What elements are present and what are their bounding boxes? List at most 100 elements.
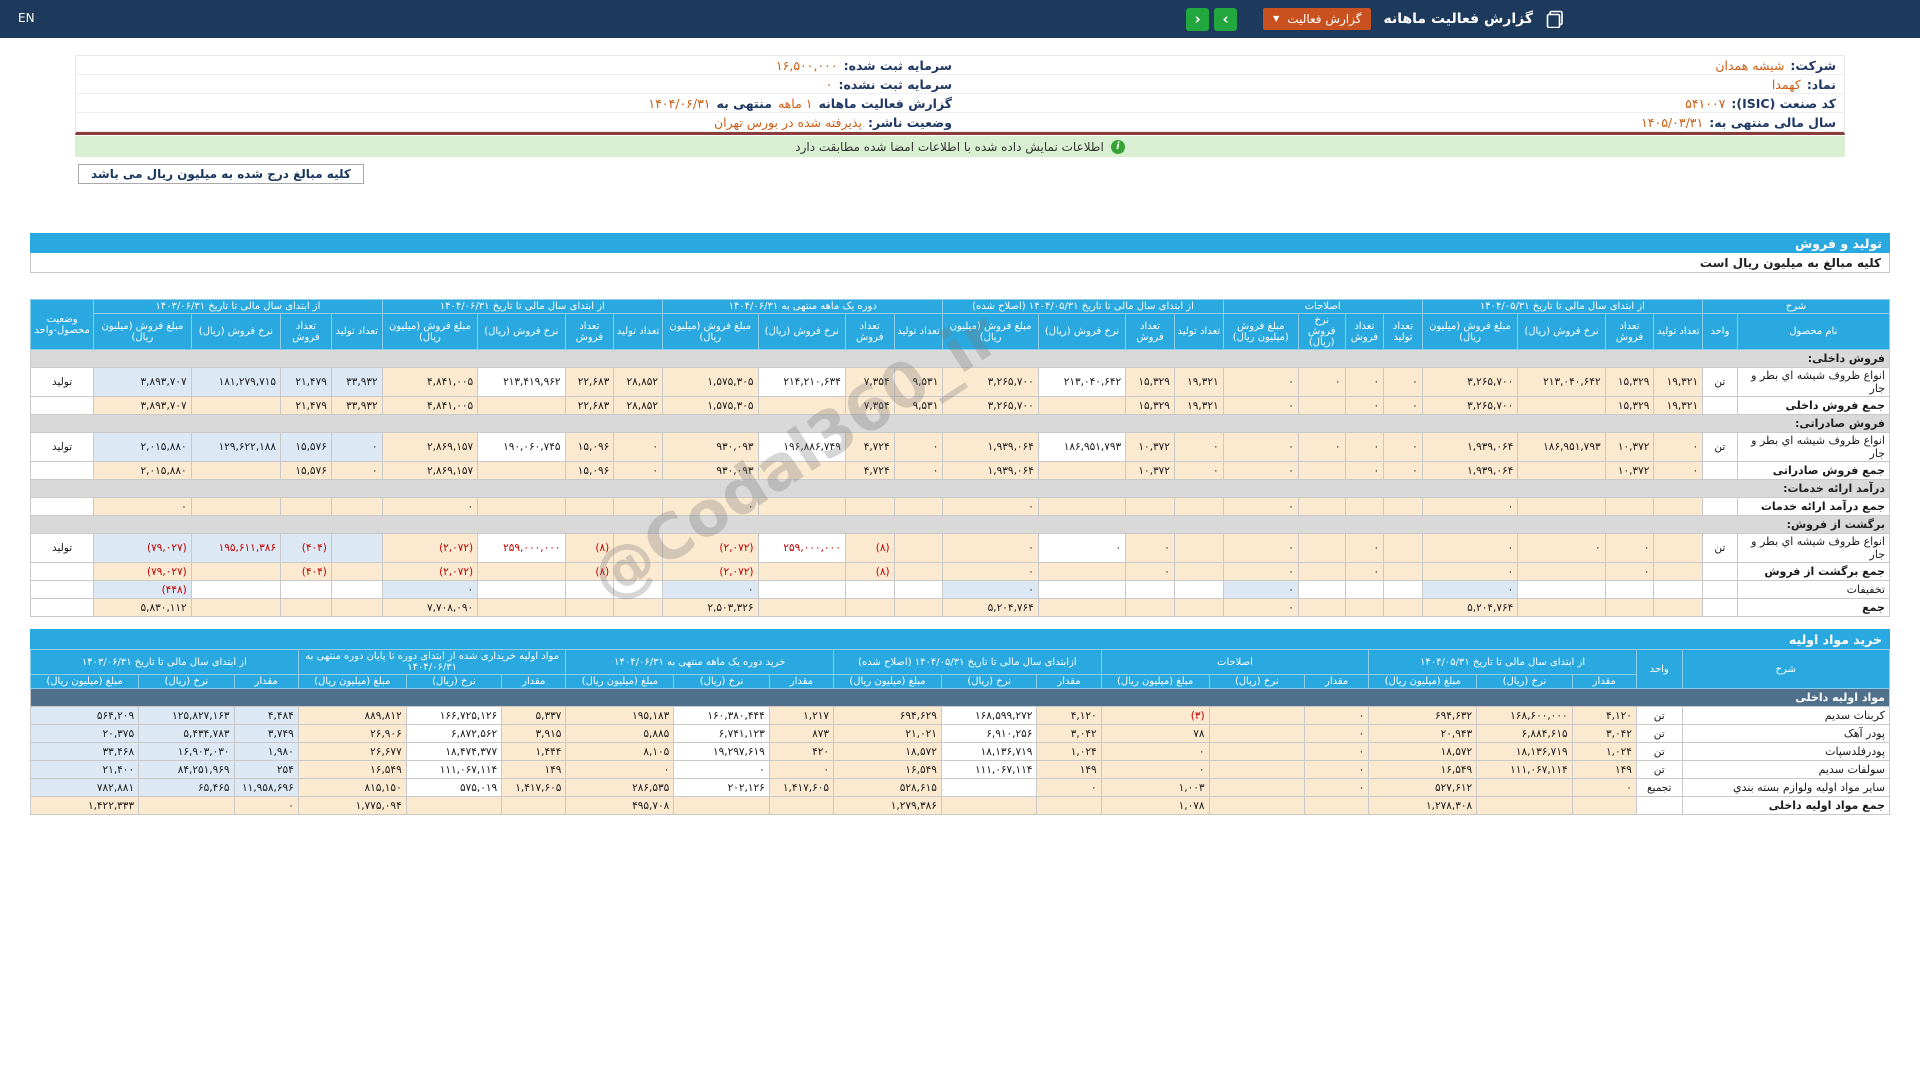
cell: ۱۱۱,۰۶۷,۱۱۴ xyxy=(406,761,501,779)
header-cell: واحد xyxy=(1703,314,1738,350)
header-cell: مبلغ (میلیون ریال) xyxy=(298,675,406,689)
cell xyxy=(331,581,382,599)
cell: ۱۹,۳۲۱ xyxy=(1654,368,1703,397)
cell: ۱,۰۲۴ xyxy=(1037,743,1101,761)
header-cell: تعداد فروش xyxy=(845,314,894,350)
cell xyxy=(1298,462,1345,480)
svg xyxy=(1546,10,1564,28)
section-row: مواد اولیه داخلی xyxy=(31,689,1890,707)
unit-cell xyxy=(1636,797,1682,815)
cell: ۴,۸۴۱,۰۰۵ xyxy=(382,368,478,397)
cell xyxy=(1384,581,1423,599)
cell: ۰ xyxy=(1298,368,1345,397)
info-row: نماد: کهمدا xyxy=(960,75,1844,94)
nav-back-button[interactable]: ‹ xyxy=(1186,8,1209,31)
cell: ۰ xyxy=(94,498,192,516)
cell xyxy=(758,397,845,415)
cell: (۷۹,۰۲۷) xyxy=(94,563,192,581)
cell xyxy=(758,498,845,516)
cell xyxy=(281,498,332,516)
cell: ۲,۸۶۹,۱۵۷ xyxy=(382,433,478,462)
header-group: ازابتدای سال مالی تا تاریخ ۱۴۰۴/۰۵/۳۱ (ا… xyxy=(834,650,1102,675)
cell: فروش صادراتی: xyxy=(31,415,1890,433)
cell: ۲۸,۸۵۲ xyxy=(614,397,663,415)
cell: ۰ xyxy=(1345,368,1384,397)
amounts-unit-note: کلیه مبالغ درج شده به میلیون ریال می باش… xyxy=(78,164,364,184)
cell: ۱۱۱,۰۶۷,۱۱۴ xyxy=(1477,761,1572,779)
cell: ۲۰,۳۷۵ xyxy=(31,725,139,743)
cell: ۰ xyxy=(1654,433,1703,462)
cell: ۰ xyxy=(894,433,943,462)
cell xyxy=(1384,563,1423,581)
status-cell: تولید xyxy=(31,534,94,563)
row-label: انواع ظروف شیشه اي بطر و جار xyxy=(1737,368,1889,397)
header-cell: نام محصول xyxy=(1737,314,1889,350)
cell: ۱۵,۳۲۹ xyxy=(1126,397,1175,415)
cell: ۱۴۹ xyxy=(1572,761,1636,779)
report-type-dropdown[interactable]: گزارش فعالیت ▼ xyxy=(1263,8,1371,30)
info-label: نماد: xyxy=(1807,77,1836,92)
cell: ۱۱,۹۵۸,۶۹۶ xyxy=(234,779,298,797)
cell xyxy=(1038,581,1125,599)
cell: ۱۸,۵۷۲ xyxy=(1369,743,1477,761)
cell: ۳,۹۱۵ xyxy=(502,725,566,743)
cell xyxy=(1518,599,1605,617)
cell: ۸۱۵,۱۵۰ xyxy=(298,779,406,797)
info-label: کد صنعت (ISIC): xyxy=(1731,96,1836,111)
cell: (۲,۰۷۲) xyxy=(382,534,478,563)
header-group: از ابتدای سال مالی تا تاریخ ۱۴۰۴/۰۵/۳۱ xyxy=(1422,300,1702,314)
nav-forward-button[interactable]: › xyxy=(1214,8,1237,31)
cell: ۰ xyxy=(1345,534,1384,563)
row-label: جمع درآمد ارائه خدمات xyxy=(1737,498,1889,516)
header-cell: تعداد فروش xyxy=(281,314,332,350)
cell: (۲,۰۷۲) xyxy=(663,534,759,563)
cell: مواد اولیه داخلی xyxy=(31,689,1890,707)
header-status: وضعیت محصول-واحد xyxy=(31,300,94,350)
info-label: گزارش فعالیت ماهانه xyxy=(818,96,952,111)
cell xyxy=(614,534,663,563)
info-value: ۱۴۰۵/۰۳/۳۱ xyxy=(1641,115,1703,130)
language-toggle[interactable]: EN xyxy=(18,11,35,25)
cell xyxy=(1654,581,1703,599)
cell: ۰ xyxy=(1223,462,1298,480)
cell xyxy=(1384,534,1423,563)
header-group: دوره یک ماهه منتهی به ۱۴۰۴/۰۶/۳۱ xyxy=(663,300,943,314)
info-row: وضعیت ناشر: پذیرفته شده در بورس تهران xyxy=(76,113,960,132)
cell: ۰ xyxy=(943,498,1038,516)
cell: ۵,۸۳۰,۱۱۲ xyxy=(94,599,192,617)
cell: ۱۶۶,۷۲۵,۱۲۶ xyxy=(406,707,501,725)
cell: ۸۷۳ xyxy=(769,725,833,743)
cell xyxy=(1518,498,1605,516)
cell xyxy=(758,599,845,617)
header-cell: تعداد فروش xyxy=(1126,314,1175,350)
row-label: پودرفلدسپات xyxy=(1682,743,1889,761)
header-group: از ابتدای سال مالی تا تاریخ ۱۴۰۴/۰۵/۳۱ xyxy=(1369,650,1637,675)
cell xyxy=(1518,397,1605,415)
cell: ۱۸۶,۹۵۱,۷۹۳ xyxy=(1038,433,1125,462)
cell: ۱,۴۱۷,۶۰۵ xyxy=(769,779,833,797)
cell xyxy=(1298,397,1345,415)
data-row: جمع فروش صادراتی۰۱۰,۳۷۲۱,۹۳۹,۰۶۴۰۰۰۰۱۰,۳… xyxy=(31,462,1890,480)
cell: ۵,۳۳۷ xyxy=(502,707,566,725)
header-group: از ابتدای سال مالی تا تاریخ ۱۴۰۳/۰۶/۳۱ xyxy=(94,300,382,314)
cell: ۹,۵۳۱ xyxy=(894,397,943,415)
cell: ۱۶,۹۰۳,۰۳۰ xyxy=(139,743,234,761)
cell xyxy=(614,563,663,581)
cell: ۰ xyxy=(1223,433,1298,462)
navbar-cluster: گزارش فعالیت ماهانه گزارش فعالیت ▼ › ‹ xyxy=(1186,0,1565,38)
row-label: انواع ظروف شیشه اي بطر و جار xyxy=(1737,534,1889,563)
cell xyxy=(894,498,943,516)
header-cell: تعداد تولید xyxy=(894,314,943,350)
cell: ۰ xyxy=(1422,534,1518,563)
cell: ۵,۲۰۴,۷۶۴ xyxy=(1422,599,1518,617)
cell: ۰ xyxy=(1422,563,1518,581)
cell xyxy=(565,581,614,599)
row-label: انواع ظروف شیشه اي بطر و جار xyxy=(1737,433,1889,462)
section-row: فروش داخلی: xyxy=(31,350,1890,368)
row-label: جمع فروش صادراتی xyxy=(1737,462,1889,480)
unit-cell xyxy=(1703,462,1738,480)
cell: (۲,۰۷۲) xyxy=(663,563,759,581)
header-group: اصلاحات xyxy=(1101,650,1369,675)
cell xyxy=(1126,599,1175,617)
thead: شرحواحداز ابتدای سال مالی تا تاریخ ۱۴۰۴/… xyxy=(31,650,1890,689)
